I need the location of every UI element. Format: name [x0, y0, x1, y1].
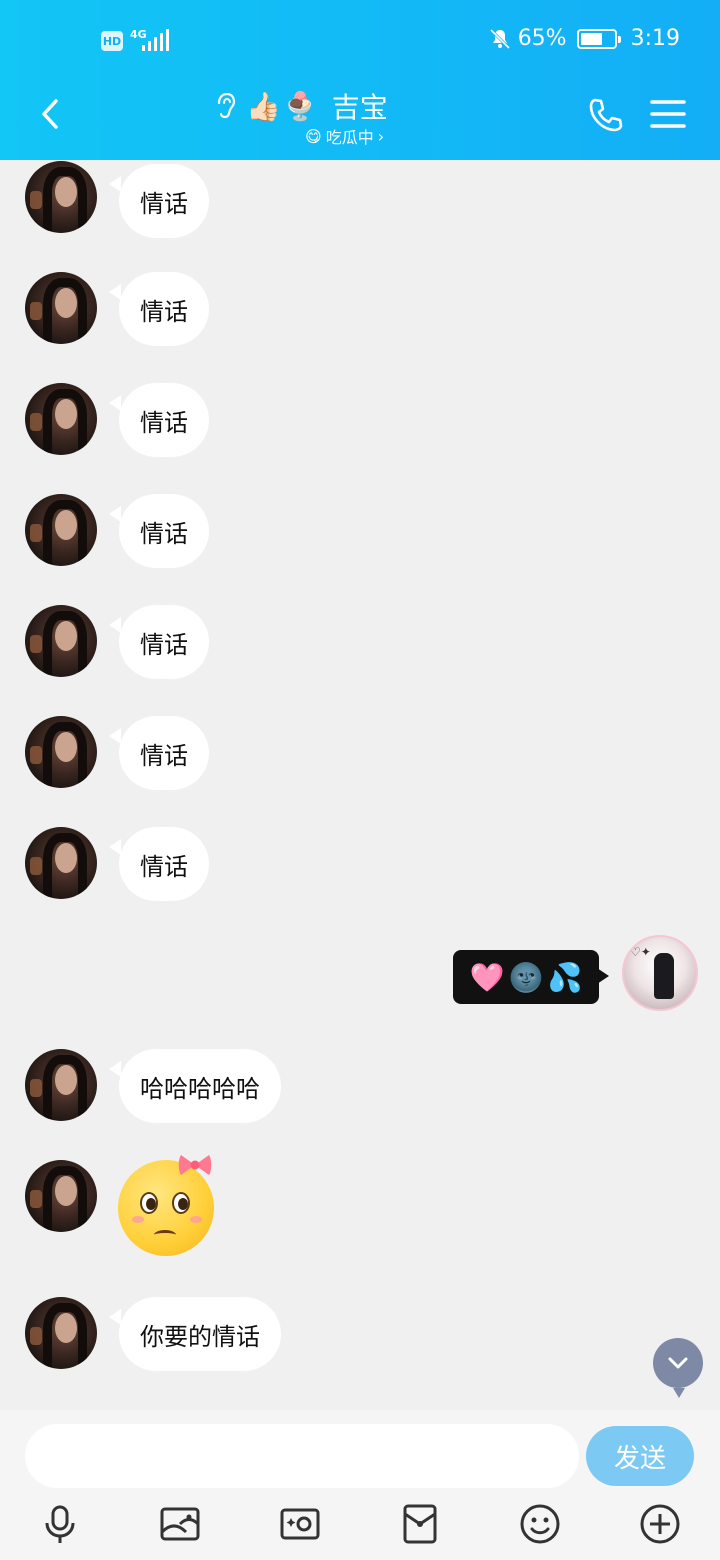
battery-icon: [576, 28, 621, 49]
message-bubble[interactable]: 情话: [109, 716, 209, 790]
send-button[interactable]: 发送: [586, 1426, 694, 1486]
new-moon-face-emoji: 🌚: [508, 960, 544, 994]
contact-avatar[interactable]: [25, 1160, 97, 1232]
message-bubble[interactable]: 你要的情话: [109, 1297, 281, 1371]
menu-icon[interactable]: [650, 98, 686, 130]
contact-avatar[interactable]: [25, 1049, 97, 1121]
battery-percent: 65%: [517, 26, 567, 51]
my-avatar[interactable]: ♡✦: [622, 935, 698, 1011]
message-bubble[interactable]: 情话: [109, 164, 209, 238]
bow-icon: [178, 1155, 212, 1175]
sweat-droplets-emoji: 💦: [547, 960, 583, 994]
message-input[interactable]: [25, 1424, 579, 1488]
sent-emoji-bubble[interactable]: 🩷 🌚 💦: [453, 950, 609, 1004]
message-bubble[interactable]: 情话: [109, 383, 209, 457]
message-bubble[interactable]: 情话: [109, 494, 209, 568]
contact-avatar[interactable]: [25, 494, 97, 566]
scroll-to-bottom-button[interactable]: [653, 1338, 703, 1398]
chevron-down-icon: [668, 1357, 688, 1369]
contact-avatar[interactable]: [25, 1297, 97, 1369]
chat-header: HD 4G 65% 3:19 👍🏻 🍨 吉宝 😋 吃瓜中 ›: [0, 0, 720, 160]
status-bar: HD 4G 65% 3:19: [0, 0, 720, 80]
contact-avatar[interactable]: [25, 716, 97, 788]
yum-emoji-icon: 😋: [305, 126, 322, 146]
back-icon[interactable]: [36, 96, 64, 132]
plus-icon[interactable]: [638, 1502, 682, 1546]
red-packet-icon[interactable]: [398, 1502, 442, 1546]
message-bubble[interactable]: 情话: [109, 605, 209, 679]
phone-icon[interactable]: [586, 96, 624, 134]
contact-avatar[interactable]: [25, 605, 97, 677]
message-bubble[interactable]: 情话: [109, 272, 209, 346]
contact-avatar[interactable]: [25, 827, 97, 899]
contact-avatar[interactable]: [25, 272, 97, 344]
image-icon[interactable]: [158, 1502, 202, 1546]
status-right: 65% 3:19: [488, 26, 680, 51]
mute-bell-icon: [489, 28, 510, 49]
clock: 3:19: [630, 26, 680, 51]
ear-icon: [217, 92, 236, 119]
pink-heart-emoji: 🩷: [469, 960, 505, 994]
contact-title[interactable]: 👍🏻 🍨 吉宝: [212, 86, 388, 126]
contact-avatar[interactable]: [25, 383, 97, 455]
pleading-face-sticker[interactable]: [118, 1155, 214, 1256]
input-toolbar: [0, 1500, 720, 1560]
hd-badge: HD: [101, 31, 123, 51]
camera-icon[interactable]: [278, 1502, 322, 1546]
status-text: 吃瓜中: [325, 128, 374, 147]
message-bubble[interactable]: 情话: [109, 827, 209, 901]
thumbs-up-emoji: 👍🏻: [246, 89, 281, 123]
contact-name: 吉宝: [331, 91, 388, 124]
chevron-right-icon: ›: [377, 126, 385, 146]
sundae-emoji: 🍨: [282, 89, 318, 123]
input-bar: 发送: [0, 1410, 720, 1560]
message-bubble[interactable]: 哈哈哈哈哈: [109, 1049, 281, 1123]
battery-level: [580, 32, 602, 45]
signal-strength-icon: [142, 29, 169, 51]
contact-status[interactable]: 😋 吃瓜中 ›: [305, 124, 384, 148]
microphone-icon[interactable]: [38, 1502, 82, 1546]
emoji-icon[interactable]: [518, 1502, 562, 1546]
message-list[interactable]: 情话 情话 情话 情话 情话 情话 情话 🩷 🌚 💦 ♡✦ 哈哈哈哈哈 你要的情…: [0, 160, 720, 1410]
contact-avatar[interactable]: [25, 161, 97, 233]
